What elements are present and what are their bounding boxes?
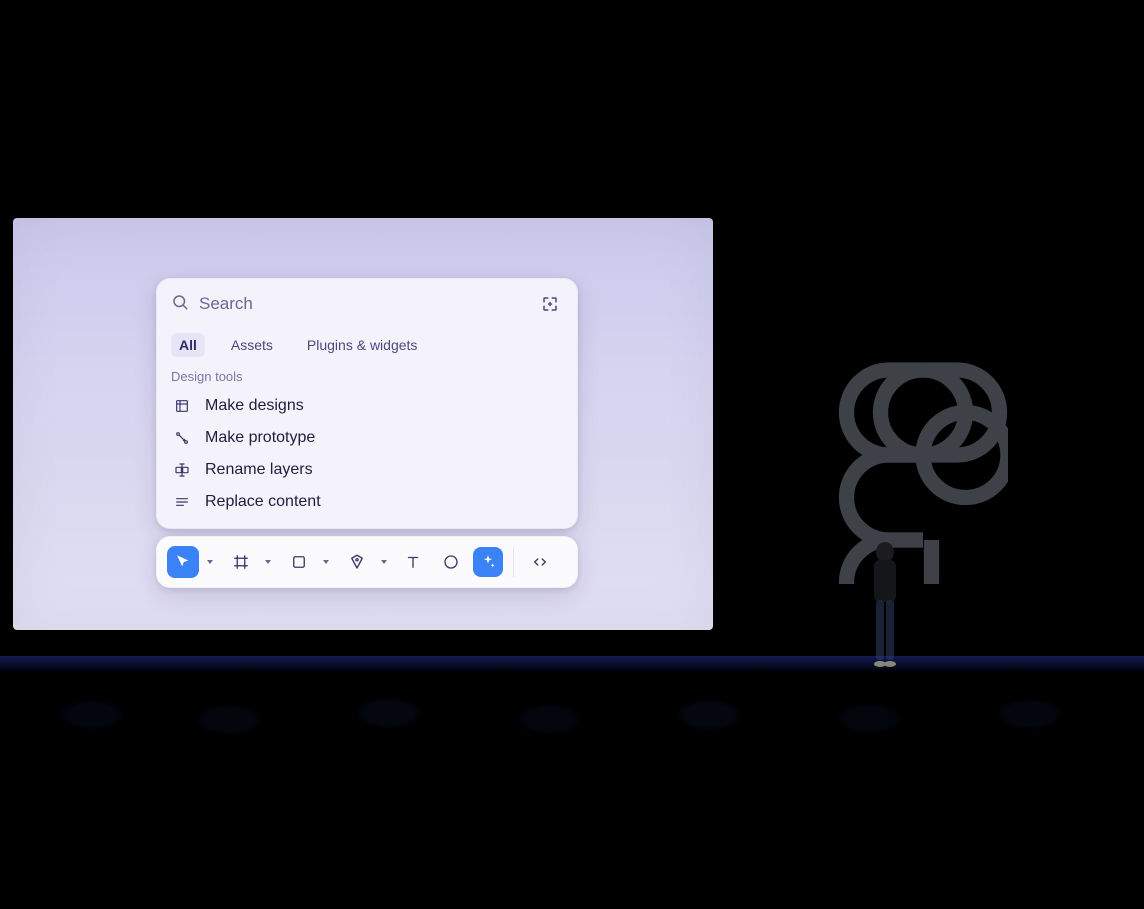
tab-all[interactable]: All xyxy=(171,333,205,357)
search-input[interactable] xyxy=(199,294,527,314)
item-make-prototype[interactable]: Make prototype xyxy=(165,422,569,454)
frame-icon xyxy=(173,398,191,414)
toolbar xyxy=(156,536,578,588)
item-make-designs[interactable]: Make designs xyxy=(165,390,569,422)
frame-tool-caret[interactable] xyxy=(259,546,273,578)
tab-plugins-widgets[interactable]: Plugins & widgets xyxy=(299,333,426,357)
item-replace-content[interactable]: Replace content xyxy=(165,486,569,518)
expand-icon[interactable] xyxy=(537,291,563,317)
rename-icon xyxy=(173,462,191,478)
pen-tool[interactable] xyxy=(341,546,373,578)
item-rename-layers[interactable]: Rename layers xyxy=(165,454,569,486)
move-tool[interactable] xyxy=(167,546,199,578)
item-label: Replace content xyxy=(205,493,321,511)
item-label: Rename layers xyxy=(205,461,313,479)
prototype-icon xyxy=(173,430,191,446)
actions-tool[interactable] xyxy=(473,547,503,577)
shape-tool[interactable] xyxy=(283,546,315,578)
text-tool[interactable] xyxy=(397,546,429,578)
replace-content-icon xyxy=(173,494,191,510)
shape-tool-caret[interactable] xyxy=(317,546,331,578)
search-icon xyxy=(171,293,189,316)
tab-assets[interactable]: Assets xyxy=(223,333,281,357)
section-label: Design tools xyxy=(157,367,577,390)
toolbar-divider xyxy=(513,547,514,577)
pen-tool-caret[interactable] xyxy=(375,546,389,578)
command-palette: All Assets Plugins & widgets Design tool… xyxy=(156,278,578,529)
palette-tabs: All Assets Plugins & widgets xyxy=(157,327,577,367)
audience-silhouette xyxy=(0,670,1144,760)
search-row xyxy=(157,279,577,327)
dev-mode-tool[interactable] xyxy=(524,546,556,578)
move-tool-caret[interactable] xyxy=(201,546,215,578)
item-label: Make designs xyxy=(205,397,304,415)
item-label: Make prototype xyxy=(205,429,315,447)
palette-items: Make designs Make prototype Rename layer… xyxy=(157,390,577,528)
frame-tool[interactable] xyxy=(225,546,257,578)
stage-photo: All Assets Plugins & widgets Design tool… xyxy=(0,0,1144,909)
comment-tool[interactable] xyxy=(435,546,467,578)
